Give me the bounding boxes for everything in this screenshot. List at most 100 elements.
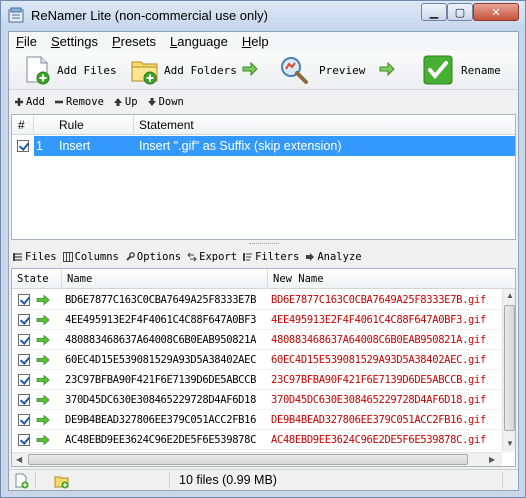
file-new-name: 23C97BFBA90F421F6E7139D6DE5ABCCB.gif — [271, 374, 486, 386]
analyze-icon — [306, 253, 315, 261]
menu-accel: P — [111, 34, 121, 49]
menu-label: ile — [23, 34, 37, 49]
arrow-right-icon — [36, 395, 50, 405]
options-menu-button[interactable]: Options — [125, 251, 181, 263]
remove-rule-button[interactable]: Remove — [54, 96, 104, 108]
menu-accel: H — [241, 34, 252, 49]
file-row[interactable]: AC48EBD9EE3624C96E2DE5F6E539878C AC48EBD9… — [12, 430, 502, 450]
rule-row[interactable]: 1 Insert Insert ".gif" as Suffix (skip e… — [12, 136, 515, 157]
rename-button[interactable]: Rename — [423, 54, 501, 86]
menu-help[interactable]: Help — [235, 34, 276, 49]
rules-col-statement[interactable]: Statement — [139, 118, 194, 132]
rule-num: 1 — [36, 139, 43, 153]
minimize-button[interactable]: ▁ — [421, 3, 447, 21]
file-new-name: BD6E7877C163C0CBA7649A25F8333E7B.gif — [271, 294, 486, 306]
arrow-right-icon — [36, 335, 50, 345]
menu-accel: S — [50, 34, 60, 49]
filters-menu-button[interactable]: Filters — [243, 251, 299, 263]
file-checkbox[interactable] — [18, 354, 30, 366]
files-list[interactable]: State Name New Name BD6E7877C163C0CBA764… — [11, 268, 516, 467]
arrow-right-icon — [36, 315, 50, 325]
checkmark-icon — [423, 55, 453, 85]
scroll-left-icon[interactable]: ◀ — [16, 455, 22, 464]
export-menu-label: Export — [199, 251, 238, 263]
arrow-up-icon — [113, 98, 122, 106]
preview-button[interactable]: Preview — [279, 54, 365, 86]
renamer-app-icon — [8, 7, 24, 23]
file-row[interactable]: 480883468637A64008C6B0EAB950821A 48088346… — [12, 330, 502, 350]
add-folders-button[interactable]: Add Folders — [130, 54, 237, 86]
file-row[interactable]: BD6E7877C163C0CBA7649A25F8333E7B BD6E7877… — [12, 290, 502, 310]
file-new-name: AC48EBD9EE3624C96E2DE5F6E539878C.gif — [271, 434, 486, 446]
rules-col-num[interactable]: # — [18, 118, 25, 132]
file-row[interactable]: 23C97BFBA90F421F6E7139D6DE5ABCCB 23C97BFB… — [12, 370, 502, 390]
menu-file[interactable]: File — [9, 34, 44, 49]
file-checkbox[interactable] — [18, 394, 30, 406]
files-icon — [13, 253, 22, 261]
move-up-button[interactable]: Up — [113, 96, 138, 108]
export-menu-button[interactable]: Export — [187, 251, 237, 263]
file-row[interactable]: 60EC4D15E539081529A93D5A38402AEC 60EC4D15… — [12, 350, 502, 370]
horizontal-scrollbar[interactable]: ◀ ▶ — [12, 452, 502, 466]
columns-menu-button[interactable]: Columns — [62, 251, 119, 263]
move-down-button[interactable]: Down — [147, 96, 184, 108]
main-toolbar: Add Files Add Folders Preview Rename — [9, 51, 518, 90]
file-checkbox[interactable] — [18, 374, 30, 386]
file-row[interactable]: 370D45DC630E308465229728D4AF6D18 370D45DC… — [12, 390, 502, 410]
menu-label: ettings — [59, 34, 98, 49]
add-rule-label: Add — [26, 96, 45, 108]
rules-col-rule[interactable]: Rule — [59, 118, 84, 132]
plus-icon — [15, 98, 23, 106]
options-menu-label: Options — [136, 251, 182, 263]
analyze-menu-button[interactable]: Analyze — [305, 251, 362, 263]
menu-label: elp — [251, 34, 269, 49]
menu-settings[interactable]: Settings — [44, 34, 105, 49]
arrow-right-icon — [36, 415, 50, 425]
status-summary: 10 files (0.99 MB) — [179, 473, 277, 487]
scroll-up-icon[interactable]: ▲ — [506, 291, 514, 300]
add-folder-status-icon[interactable] — [54, 473, 70, 489]
rule-name: Insert — [59, 139, 91, 153]
file-row[interactable]: 4EE495913E2F4F4061C4C88F647A0BF3 4EE49591… — [12, 310, 502, 330]
file-name: BD6E7877C163C0CBA7649A25F8333E7B — [65, 294, 257, 306]
files-toolbar: Files Columns Options Export Filters Ana… — [9, 247, 518, 267]
rules-header: # Rule Statement — [12, 115, 515, 135]
file-new-name: DE9B4BEAD327806EE379C051ACC2FB16.gif — [271, 414, 486, 426]
filters-menu-label: Filters — [255, 251, 300, 263]
file-checkbox[interactable] — [18, 414, 30, 426]
maximize-button[interactable]: ▢ — [447, 3, 473, 21]
scroll-right-icon[interactable]: ▶ — [489, 455, 495, 464]
menu-label: resets — [120, 34, 157, 49]
file-new-name: 480883468637A64008C6B0EAB950821A.gif — [271, 334, 486, 346]
files-col-state[interactable]: State — [17, 273, 49, 285]
add-rule-button[interactable]: Add — [14, 96, 45, 108]
files-menu-button[interactable]: Files — [13, 251, 57, 263]
vertical-scroll-thumb[interactable] — [504, 305, 515, 431]
minus-icon — [54, 100, 63, 104]
title-bar[interactable]: ReNamer Lite (non-commercial use only) ▁… — [1, 1, 525, 31]
menu-language[interactable]: Language — [163, 34, 235, 49]
file-name: 370D45DC630E308465229728D4AF6D18 — [65, 394, 257, 406]
close-button[interactable]: ✕ — [473, 3, 519, 21]
app-window: ReNamer Lite (non-commercial use only) ▁… — [0, 0, 526, 498]
file-row[interactable]: DE9B4BEAD327806EE379C051ACC2FB16 DE9B4BEA… — [12, 410, 502, 430]
arrow-right-icon — [379, 62, 395, 76]
file-name: 480883468637A64008C6B0EAB950821A — [65, 334, 257, 346]
add-files-button[interactable]: Add Files — [23, 54, 117, 86]
add-files-label: Add Files — [57, 63, 117, 77]
scroll-down-icon[interactable]: ▼ — [506, 439, 514, 448]
file-checkbox[interactable] — [18, 294, 30, 306]
file-checkbox[interactable] — [18, 314, 30, 326]
files-col-new-name[interactable]: New Name — [273, 273, 324, 285]
add-file-status-icon[interactable] — [14, 473, 30, 489]
files-col-name[interactable]: Name — [67, 273, 92, 285]
file-checkbox[interactable] — [18, 334, 30, 346]
rule-checkbox[interactable] — [17, 140, 29, 152]
window-title: ReNamer Lite (non-commercial use only) — [31, 8, 268, 23]
file-checkbox[interactable] — [18, 434, 30, 446]
rules-list[interactable]: # Rule Statement 1 Insert Insert ".gif" … — [11, 114, 516, 240]
menu-presets[interactable]: Presets — [105, 34, 163, 49]
magnifier-icon — [281, 57, 308, 84]
horizontal-scroll-thumb[interactable] — [28, 454, 468, 465]
vertical-scrollbar[interactable]: ▲ ▼ — [502, 289, 515, 452]
